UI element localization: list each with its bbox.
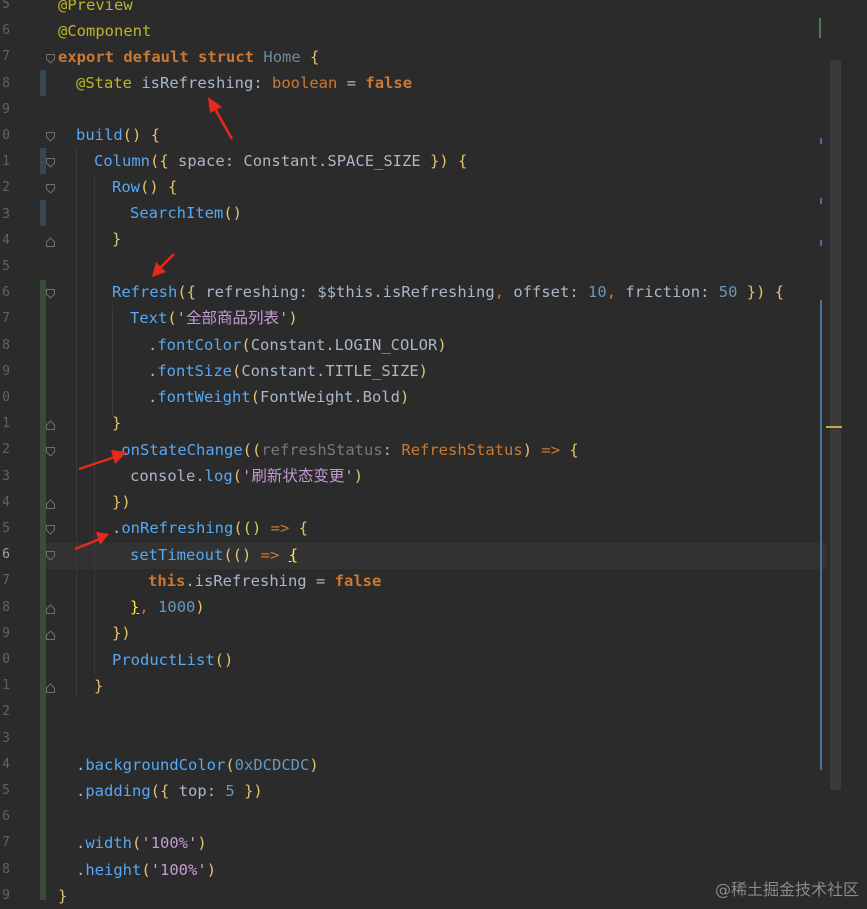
fold-end-icon[interactable] [46,630,55,640]
code-line-refresh: Refresh({ refreshing: $$this.isRefreshin… [112,283,785,301]
line-number: 5 [2,259,10,274]
vcs-added-marker[interactable] [40,280,46,900]
code-line-column: Column({ space: Constant.SPACE_SIZE }) { [94,152,468,170]
line-number: 5 [2,783,10,798]
annotation-arrow-icon [152,253,175,277]
change-marker[interactable] [820,138,822,144]
code-line-console-log: console.log('刷新状态变更') [130,467,364,485]
code-line-component: @Component [58,22,152,40]
line-number: 3 [2,468,10,484]
code-line-close: } [94,677,104,695]
code-area[interactable]: @Preview @Component export default struc… [56,0,816,906]
line-number: 3 [2,730,10,746]
line-number: 2 [2,180,10,196]
code-line-row: Row() { [112,178,178,196]
code-line-height: .height('100%') [76,861,217,879]
line-number: 0 [2,390,10,405]
code-line-fontsize: .fontSize(Constant.TITLE_SIZE) [148,362,428,380]
fold-icon[interactable] [46,447,55,457]
fold-icon[interactable] [46,289,55,299]
code-line-state: @State isRefreshing: boolean = false [76,74,413,92]
code-editor[interactable]: 5 6 7 8 9 0 1 2 3 4 5 6 7 8 9 0 1 2 3 4 5 6 7 8 9 0 1 2 3 4 5 6 7 8 9 @Pre… [0,0,867,906]
change-marker[interactable] [820,198,822,204]
line-number: 6 [2,547,10,563]
code-line-struct: export default struct Home { [58,48,320,66]
fold-end-icon[interactable] [46,683,55,693]
code-line-backgroundcolor: .backgroundColor(0xDCDCDC) [76,756,319,774]
line-number: 4 [2,232,10,248]
line-number: 9 [2,887,10,903]
fold-end-icon[interactable] [46,604,55,614]
code-line-preview: @Preview [58,0,133,14]
line-number: 8 [2,861,10,877]
fold-icon[interactable] [46,158,55,168]
code-line-close: } [112,230,122,248]
code-line-close: }) [112,624,131,642]
scrollbar-thumb[interactable] [830,60,841,790]
line-number: 4 [2,756,10,772]
line-number: 3 [2,206,10,222]
code-line-fontweight: .fontWeight(FontWeight.Bold) [148,388,410,406]
line-number: 7 [2,311,10,327]
code-line-assign: this.isRefreshing = false [148,572,382,590]
code-line-onrefreshing: .onRefreshing(() => { [112,519,309,537]
code-line-padding: .padding({ top: 5 }) [76,782,263,800]
line-number: 1 [2,678,10,694]
fold-icon[interactable] [46,54,55,64]
watermark: @稀土掘金技术社区 [714,880,859,899]
line-number: 2 [2,442,10,458]
code-line-settimeout: setTimeout(() => { [130,546,299,564]
code-line-build: build() { [76,126,161,144]
line-number: 1 [2,416,10,432]
line-number: 5 [2,0,10,12]
fold-icon[interactable] [46,525,55,535]
line-number: 6 [2,23,10,39]
line-number: 9 [2,625,10,641]
fold-end-icon[interactable] [46,499,55,509]
vcs-change-marker[interactable] [40,200,46,226]
line-number: 6 [2,285,10,301]
annotation-arrow-icon [208,97,234,140]
line-number: 7 [2,49,10,65]
line-number: 7 [2,835,10,851]
line-number: 0 [2,128,10,143]
vcs-change-marker[interactable] [40,70,46,96]
line-number: 1 [2,154,10,170]
line-number: 2 [2,704,10,720]
line-number: 5 [2,521,10,536]
line-number: 8 [2,337,10,353]
code-line-text: Text('全部商品列表') [130,309,298,327]
line-number: 0 [2,652,10,667]
fold-end-icon[interactable] [46,237,55,247]
line-number: 8 [2,599,10,615]
change-marker[interactable] [819,18,821,38]
code-line-close: } [112,414,122,432]
code-line-close: }) [112,493,131,511]
line-number: 4 [2,494,10,510]
code-line-fontcolor: .fontColor(Constant.LOGIN_COLOR) [148,336,447,354]
code-line-productlist: ProductList() [112,651,234,669]
fold-end-icon[interactable] [46,420,55,430]
code-line-onstatechange: .onStateChange((refreshStatus: RefreshSt… [112,441,579,459]
line-number: 8 [2,75,10,91]
editor-gutter: 5 6 7 8 9 0 1 2 3 4 5 6 7 8 9 0 1 2 3 4 5 6 7 8 9 0 1 2 3 4 5 6 7 8 9 [0,0,40,906]
annotation-arrow-icon [78,450,127,471]
code-line-timeout-close: }, 1000) [130,598,205,616]
warning-marker[interactable] [826,426,842,428]
line-number: 9 [2,101,10,117]
change-marker[interactable] [820,240,822,246]
fold-icon[interactable] [46,551,55,561]
code-line-searchitem: SearchItem() [130,204,242,222]
fold-icon[interactable] [46,184,55,194]
line-number: 9 [2,363,10,379]
line-numbers: 5 6 7 8 9 0 1 2 3 4 5 6 7 8 9 0 1 2 3 4 5 6 7 8 9 0 1 2 3 4 5 6 7 8 9 [0,0,18,906]
line-number: 7 [2,573,10,589]
annotation-arrow-icon [74,532,109,551]
code-line-close: } [58,887,68,905]
line-number: 6 [2,809,10,825]
code-line-width: .width('100%') [76,834,207,852]
fold-icon[interactable] [46,132,55,142]
change-marker[interactable] [820,300,822,770]
